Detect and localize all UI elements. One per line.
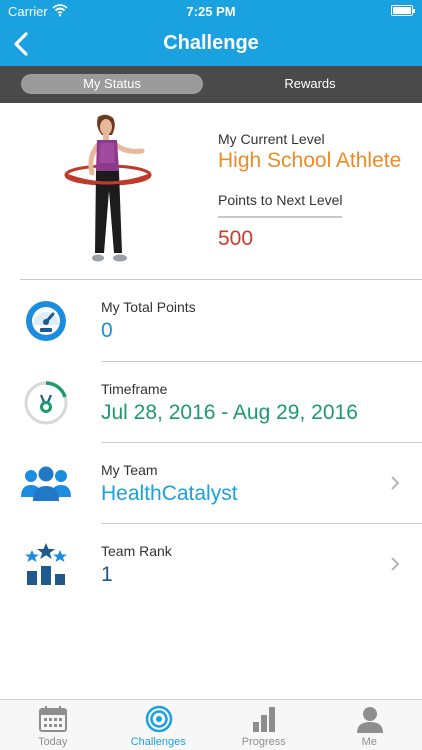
- tab-challenges[interactable]: Challenges: [106, 700, 212, 750]
- team-rank-value: 1: [101, 563, 113, 586]
- target-icon: [145, 705, 172, 733]
- chevron-right-icon: [390, 476, 400, 490]
- tab-me-label: Me: [361, 736, 377, 748]
- rank-podium-icon: [20, 542, 72, 588]
- my-team-label: My Team: [101, 462, 158, 478]
- timeframe-value: Jul 28, 2016 - Aug 29, 2016: [101, 401, 358, 424]
- my-team-row[interactable]: My Team HealthCatalyst: [0, 443, 422, 524]
- person-icon: [356, 707, 383, 733]
- timeframe-label: Timeframe: [101, 381, 168, 397]
- team-rank-label: Team Rank: [101, 543, 172, 559]
- points-to-next-level-value: 500: [218, 227, 254, 250]
- page-title: Challenge: [163, 32, 259, 54]
- tab-today[interactable]: Today: [0, 700, 106, 750]
- total-points-row: My Total Points 0: [0, 280, 422, 361]
- status-bar: Carrier 7:25 PM: [0, 0, 422, 22]
- chevron-right-icon: [390, 557, 400, 571]
- tab-rewards[interactable]: Rewards: [220, 74, 400, 94]
- tab-challenges-label: Challenges: [130, 736, 186, 748]
- segmented-control: My Status Rewards: [0, 66, 422, 103]
- navigation-bar: Challenge: [0, 22, 422, 66]
- tab-today-label: Today: [38, 736, 68, 748]
- tab-bar: Today Challenges Progress Me: [0, 699, 422, 750]
- team-rank-row[interactable]: Team Rank 1: [0, 524, 422, 605]
- label-underline: [218, 216, 342, 218]
- tab-me[interactable]: Me: [317, 700, 422, 750]
- points-to-next-level-label: Points to Next Level: [218, 192, 343, 208]
- total-points-value: 0: [101, 319, 113, 342]
- current-level-value: High School Athlete: [218, 149, 402, 172]
- tab-progress-label: Progress: [241, 736, 286, 748]
- timeframe-row: Timeframe Jul 28, 2016 - Aug 29, 2016: [0, 362, 422, 443]
- battery-icon: [391, 5, 415, 16]
- tab-progress[interactable]: Progress: [211, 700, 317, 750]
- team-icon: [20, 461, 72, 507]
- hula-hoop-athlete-illustration: [62, 113, 166, 267]
- gauge-icon: [20, 298, 72, 344]
- clock-time: 7:25 PM: [186, 4, 236, 19]
- bar-chart-icon: [253, 707, 275, 732]
- my-team-value: HealthCatalyst: [101, 482, 238, 505]
- total-points-label: My Total Points: [101, 299, 196, 315]
- tab-my-status[interactable]: My Status: [21, 74, 203, 94]
- current-level-label: My Current Level: [218, 131, 325, 147]
- timer-medal-icon: [20, 380, 72, 426]
- calendar-icon: [39, 706, 67, 732]
- level-summary: My Current Level High School Athlete Poi…: [0, 103, 422, 279]
